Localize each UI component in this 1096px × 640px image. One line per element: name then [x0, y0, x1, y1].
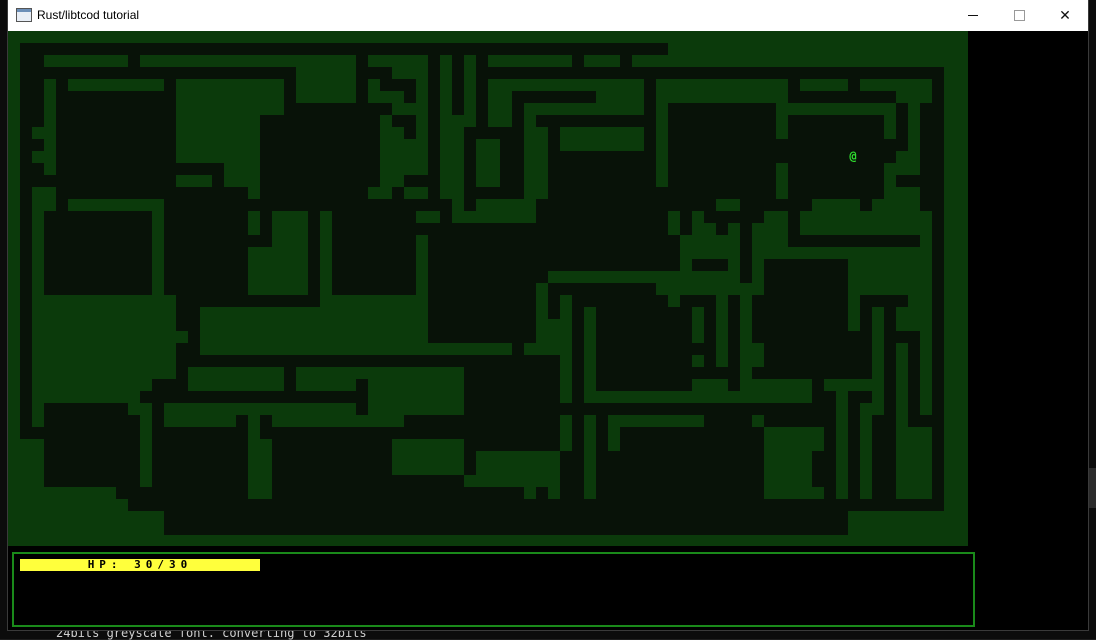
terminal-scrollbar[interactable] — [1088, 468, 1096, 508]
game-window: Rust/libtcod tutorial ✕ @ HP: 30/30 — [8, 0, 1088, 630]
status-panel: HP: 30/30 — [12, 552, 975, 627]
hp-label: HP: 30/30 — [87, 558, 193, 571]
minimize-icon — [968, 15, 978, 16]
maximize-icon — [1013, 10, 1025, 21]
player-character: @ — [849, 149, 857, 163]
minimize-button[interactable] — [950, 0, 996, 31]
app-icon — [16, 8, 32, 22]
window-title: Rust/libtcod tutorial — [37, 8, 140, 22]
game-viewport[interactable]: @ HP: 30/30 — [8, 31, 1088, 630]
dungeon-map — [8, 31, 968, 546]
title-bar[interactable]: Rust/libtcod tutorial ✕ — [8, 0, 1088, 31]
close-icon: ✕ — [1059, 7, 1071, 24]
maximize-button[interactable] — [996, 0, 1042, 31]
hp-bar: HP: 30/30 — [20, 559, 260, 571]
close-button[interactable]: ✕ — [1042, 0, 1088, 31]
